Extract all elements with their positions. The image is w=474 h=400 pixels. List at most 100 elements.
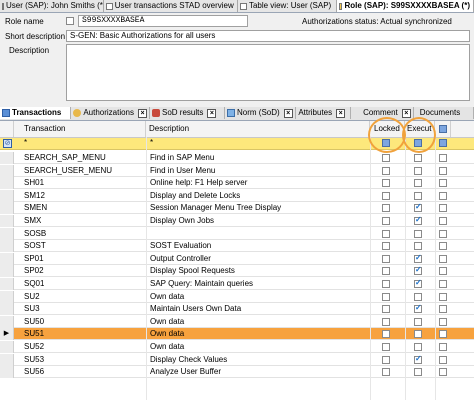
table-row[interactable]: SM12 Display and Delete Locks xyxy=(0,189,474,202)
extra-checkbox[interactable] xyxy=(439,154,447,162)
row-indicator[interactable] xyxy=(0,278,14,290)
row-indicator[interactable] xyxy=(0,202,14,215)
table-row[interactable]: SMX Display Own Jobs xyxy=(0,215,474,227)
extra-checkbox[interactable] xyxy=(439,305,447,314)
close-icon[interactable]: × xyxy=(138,108,148,118)
locked-checkbox[interactable] xyxy=(382,217,390,225)
row-indicator[interactable] xyxy=(0,240,14,253)
extra-checkbox[interactable] xyxy=(439,191,447,200)
locked-checkbox[interactable] xyxy=(382,355,390,364)
execut-checkbox[interactable] xyxy=(414,154,422,162)
filter-icon[interactable]: ⊘ xyxy=(3,139,12,148)
table-row[interactable]: SU52 Own data xyxy=(0,341,474,353)
row-indicator[interactable] xyxy=(0,341,14,353)
extra-checkbox[interactable] xyxy=(439,292,447,301)
execut-checkbox[interactable] xyxy=(414,317,422,326)
locked-checkbox[interactable] xyxy=(382,242,390,251)
execut-checkbox[interactable] xyxy=(414,265,422,276)
locked-checkbox[interactable] xyxy=(382,229,390,238)
table-row[interactable]: SOSB xyxy=(0,227,474,240)
table-row[interactable]: SU56 Analyze User Buffer xyxy=(0,366,474,379)
locked-checkbox[interactable] xyxy=(382,343,390,351)
filter-extra-checkbox[interactable] xyxy=(439,139,447,147)
locked-checkbox[interactable] xyxy=(382,280,390,288)
execut-checkbox[interactable] xyxy=(414,191,422,200)
tab-authorizations[interactable]: Authorizations × xyxy=(71,107,151,119)
extra-checkbox[interactable] xyxy=(439,179,447,188)
table-row[interactable]: SH01 Online help: F1 Help server xyxy=(0,177,474,190)
table-row[interactable]: SU53 Display Check Values xyxy=(0,353,474,366)
row-indicator[interactable] xyxy=(0,177,14,190)
table-row[interactable]: SP02 Display Spool Requests xyxy=(0,265,474,278)
extra-checkbox[interactable] xyxy=(439,267,447,276)
row-indicator[interactable] xyxy=(0,353,14,366)
row-indicator[interactable] xyxy=(0,315,14,328)
tab-attributes[interactable]: Attributes × xyxy=(296,107,352,119)
row-indicator[interactable] xyxy=(0,227,14,240)
locked-checkbox[interactable] xyxy=(382,191,390,200)
tab-norm-sod[interactable]: Norm (SoD) × xyxy=(225,107,297,119)
role-name-field[interactable]: S99SXXXXBASEA xyxy=(78,15,248,27)
row-indicator[interactable] xyxy=(0,290,14,303)
table-row[interactable]: SEARCH_USER_MENU Find in User Menu xyxy=(0,164,474,177)
execut-checkbox[interactable] xyxy=(414,354,422,364)
locked-checkbox[interactable] xyxy=(382,292,390,301)
extra-checkbox[interactable] xyxy=(439,317,447,326)
execut-checkbox[interactable] xyxy=(414,166,422,175)
extra-checkbox[interactable] xyxy=(439,330,447,339)
execut-checkbox[interactable] xyxy=(414,368,422,377)
table-row[interactable]: SQ01 SAP Query: Maintain queries xyxy=(0,278,474,290)
locked-checkbox[interactable] xyxy=(382,330,390,339)
table-row[interactable]: SU50 Own data xyxy=(0,315,474,328)
locked-checkbox[interactable] xyxy=(382,368,390,377)
table-row[interactable]: SP01 Output Controller xyxy=(0,252,474,265)
execut-checkbox[interactable] xyxy=(414,292,422,301)
execut-checkbox[interactable] xyxy=(414,278,422,288)
tab-role-sap[interactable]: Role (SAP): S99SXXXXBASEA (*) xyxy=(336,0,474,12)
filter-description[interactable]: * xyxy=(150,137,153,149)
extra-checkbox[interactable] xyxy=(439,343,447,351)
tab-transactions[interactable]: Transactions xyxy=(0,107,72,119)
row-indicator[interactable] xyxy=(0,215,14,227)
locked-checkbox[interactable] xyxy=(382,317,390,326)
table-row[interactable]: SOST SOST Evaluation xyxy=(0,240,474,253)
extra-checkbox[interactable] xyxy=(439,355,447,364)
execut-checkbox[interactable] xyxy=(414,253,422,263)
table-row[interactable]: SMEN Session Manager Menu Tree Display xyxy=(0,202,474,215)
row-indicator[interactable] xyxy=(0,164,14,177)
row-indicator[interactable] xyxy=(0,152,14,164)
locked-checkbox[interactable] xyxy=(382,267,390,276)
column-header-transaction[interactable]: Transaction xyxy=(14,121,146,137)
execut-checkbox[interactable] xyxy=(414,242,422,251)
table-row[interactable]: ▶ SU51 Own data xyxy=(0,328,474,341)
extra-checkbox[interactable] xyxy=(439,217,447,225)
execut-checkbox[interactable] xyxy=(414,330,422,339)
close-icon[interactable]: × xyxy=(401,108,411,118)
execut-checkbox[interactable] xyxy=(414,229,422,238)
description-textarea[interactable] xyxy=(66,44,470,101)
locked-checkbox[interactable] xyxy=(382,305,390,314)
row-indicator[interactable] xyxy=(0,189,14,202)
column-header-description[interactable]: Description xyxy=(146,121,370,137)
locked-checkbox[interactable] xyxy=(382,204,390,213)
execut-checkbox[interactable] xyxy=(414,202,422,213)
close-icon[interactable]: × xyxy=(207,108,217,118)
extra-checkbox[interactable] xyxy=(439,204,447,213)
execut-checkbox[interactable] xyxy=(414,343,422,351)
role-name-checkbox[interactable] xyxy=(66,17,74,25)
short-description-field[interactable]: S-GEN: Basic Authorizations for all user… xyxy=(66,30,470,42)
tab-user-john-smiths[interactable]: User (SAP): John Smiths (*) xyxy=(0,0,104,12)
table-row[interactable]: SU2 Own data xyxy=(0,290,474,303)
extra-checkbox[interactable] xyxy=(439,368,447,377)
tab-sod-results[interactable]: SoD results × xyxy=(150,107,226,119)
tab-user-transactions-stad[interactable]: User transactions STAD overview xyxy=(103,0,238,12)
extra-checkbox[interactable] xyxy=(439,254,447,263)
execut-checkbox[interactable] xyxy=(414,303,422,314)
locked-checkbox[interactable] xyxy=(382,166,390,175)
filter-transaction[interactable]: * xyxy=(24,137,27,149)
row-indicator[interactable] xyxy=(0,252,14,265)
execut-checkbox[interactable] xyxy=(414,179,422,188)
extra-checkbox[interactable] xyxy=(439,166,447,175)
row-indicator[interactable] xyxy=(0,366,14,379)
extra-checkbox[interactable] xyxy=(439,280,447,288)
